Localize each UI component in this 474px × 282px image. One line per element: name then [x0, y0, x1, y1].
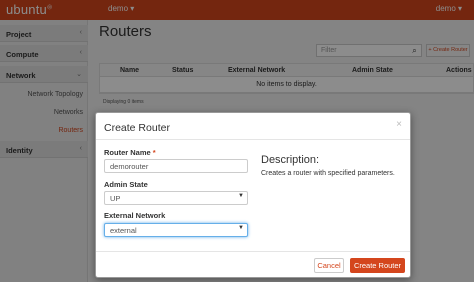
router-name-input[interactable]: demorouter [104, 159, 248, 173]
create-router-submit-button[interactable]: Create Router [350, 258, 405, 273]
modal-title: Create Router [104, 122, 170, 134]
select-value: UP [110, 194, 121, 203]
modal-footer: Cancel Create Router [96, 251, 410, 278]
admin-state-select[interactable]: UP ▼ [104, 191, 248, 205]
admin-state-label: Admin State [104, 180, 148, 189]
modal-header: Create Router × [96, 113, 410, 140]
router-name-label: Router Name * [104, 148, 156, 157]
create-router-dialog: Create Router × Router Name * demorouter… [95, 112, 411, 278]
caret-down-icon: ▼ [238, 225, 244, 231]
external-network-label: External Network [104, 211, 166, 220]
required-marker: * [152, 148, 156, 157]
description-title: Description: [261, 154, 320, 166]
select-value: external [110, 226, 137, 235]
cancel-button[interactable]: Cancel [314, 258, 344, 273]
external-network-select[interactable]: external ▼ [104, 223, 248, 237]
description-text: Creates a router with specified paramete… [261, 170, 395, 177]
label-text: Router Name [104, 148, 151, 157]
close-icon[interactable]: × [396, 119, 402, 130]
caret-down-icon: ▼ [238, 193, 244, 199]
